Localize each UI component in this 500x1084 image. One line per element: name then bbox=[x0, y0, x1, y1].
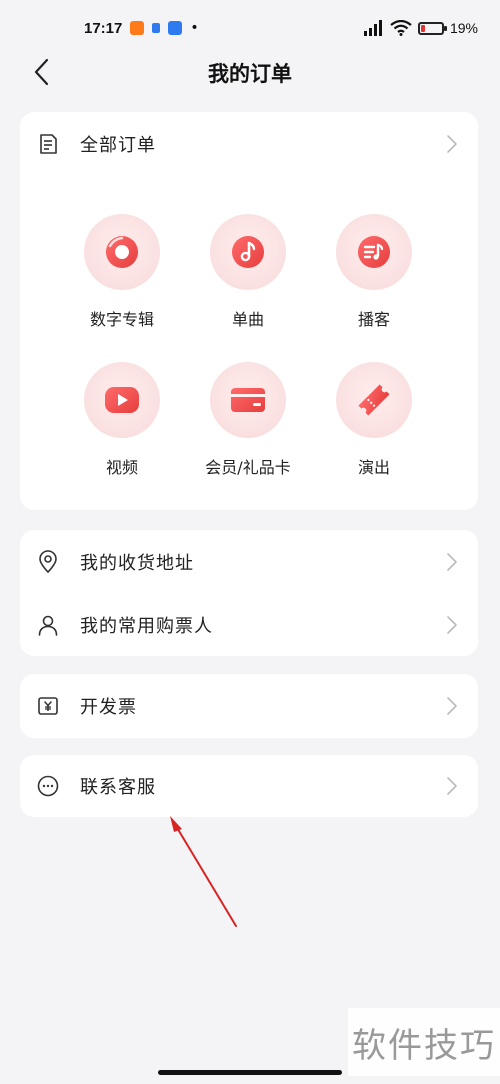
signal-icon bbox=[363, 20, 382, 36]
video-item[interactable]: 视频 bbox=[62, 362, 182, 478]
orders-card: 全部订单 数字专辑 单曲 播客 视频 会员/礼品卡 演出 bbox=[20, 112, 478, 510]
chat-app-icon bbox=[152, 23, 161, 33]
ticket-buyers-row[interactable]: 我的常用购票人 bbox=[20, 595, 478, 655]
podcast-label: 播客 bbox=[357, 310, 390, 329]
digital-album-label: 数字专辑 bbox=[89, 310, 154, 329]
podcast-icon-bg bbox=[336, 214, 412, 290]
video-icon-bg bbox=[84, 362, 160, 438]
contact-service-label: 联系客服 bbox=[80, 777, 156, 798]
shipping-address-label: 我的收货地址 bbox=[80, 553, 194, 574]
show-icon-bg bbox=[336, 362, 412, 438]
single-icon-bg bbox=[210, 214, 286, 290]
status-bar: 17:17 • 19% bbox=[0, 0, 500, 56]
battery-percent: 19% bbox=[449, 20, 478, 36]
battery-icon bbox=[417, 21, 447, 35]
nav-bar: 我的订单 bbox=[0, 50, 500, 94]
ticket-buyers-label: 我的常用购票人 bbox=[80, 616, 213, 637]
location-pin-icon bbox=[39, 550, 57, 573]
person-icon bbox=[38, 615, 58, 636]
digital-album-icon-bg bbox=[84, 214, 160, 290]
wifi-icon bbox=[390, 20, 412, 36]
ticket-icon bbox=[358, 384, 390, 416]
shipping-address-row[interactable]: 我的收货地址 bbox=[20, 532, 478, 592]
broadcast-app-icon bbox=[168, 21, 183, 35]
card-icon bbox=[231, 388, 265, 412]
show-label: 演出 bbox=[357, 458, 390, 477]
service-card: 联系客服 bbox=[20, 755, 478, 817]
home-indicator[interactable] bbox=[158, 1070, 342, 1075]
chevron-right-icon bbox=[447, 777, 457, 795]
membership-card-label: 会员/礼品卡 bbox=[205, 458, 291, 477]
membership-card-item[interactable]: 会员/礼品卡 bbox=[188, 362, 308, 478]
address-card: 我的收货地址 我的常用购票人 bbox=[20, 530, 478, 656]
contact-service-row[interactable]: 联系客服 bbox=[20, 756, 478, 816]
chevron-right-icon bbox=[447, 616, 457, 634]
all-orders-label: 全部订单 bbox=[80, 135, 156, 156]
more-notifications-icon: • bbox=[190, 20, 199, 36]
invoice-row[interactable]: 开发票 bbox=[20, 676, 478, 736]
show-item[interactable]: 演出 bbox=[314, 362, 434, 478]
chevron-right-icon bbox=[447, 553, 457, 571]
play-icon bbox=[105, 387, 139, 413]
yen-receipt-icon bbox=[38, 697, 58, 715]
status-time: 17:17 bbox=[84, 19, 123, 37]
podcast-item[interactable]: 播客 bbox=[314, 214, 434, 330]
single-item[interactable]: 单曲 bbox=[188, 214, 308, 330]
chat-dots-icon bbox=[37, 775, 59, 797]
single-label: 单曲 bbox=[231, 310, 264, 329]
membership-card-icon-bg bbox=[210, 362, 286, 438]
invoice-label: 开发票 bbox=[80, 697, 137, 718]
battery-level-fill bbox=[420, 24, 425, 32]
chevron-right-icon bbox=[447, 135, 457, 153]
page-title: 我的订单 bbox=[208, 62, 292, 86]
podcast-icon bbox=[358, 236, 390, 268]
vinyl-icon bbox=[106, 236, 138, 268]
mi-app-icon bbox=[130, 21, 145, 35]
watermark: 软件技巧 bbox=[348, 1008, 500, 1076]
all-orders-row[interactable]: 全部订单 bbox=[20, 114, 478, 174]
video-label: 视频 bbox=[105, 458, 138, 477]
digital-album-item[interactable]: 数字专辑 bbox=[62, 214, 182, 330]
order-list-icon bbox=[40, 134, 57, 154]
chevron-right-icon bbox=[447, 697, 457, 715]
music-note-icon bbox=[232, 236, 264, 268]
invoice-card: 开发票 bbox=[20, 674, 478, 738]
